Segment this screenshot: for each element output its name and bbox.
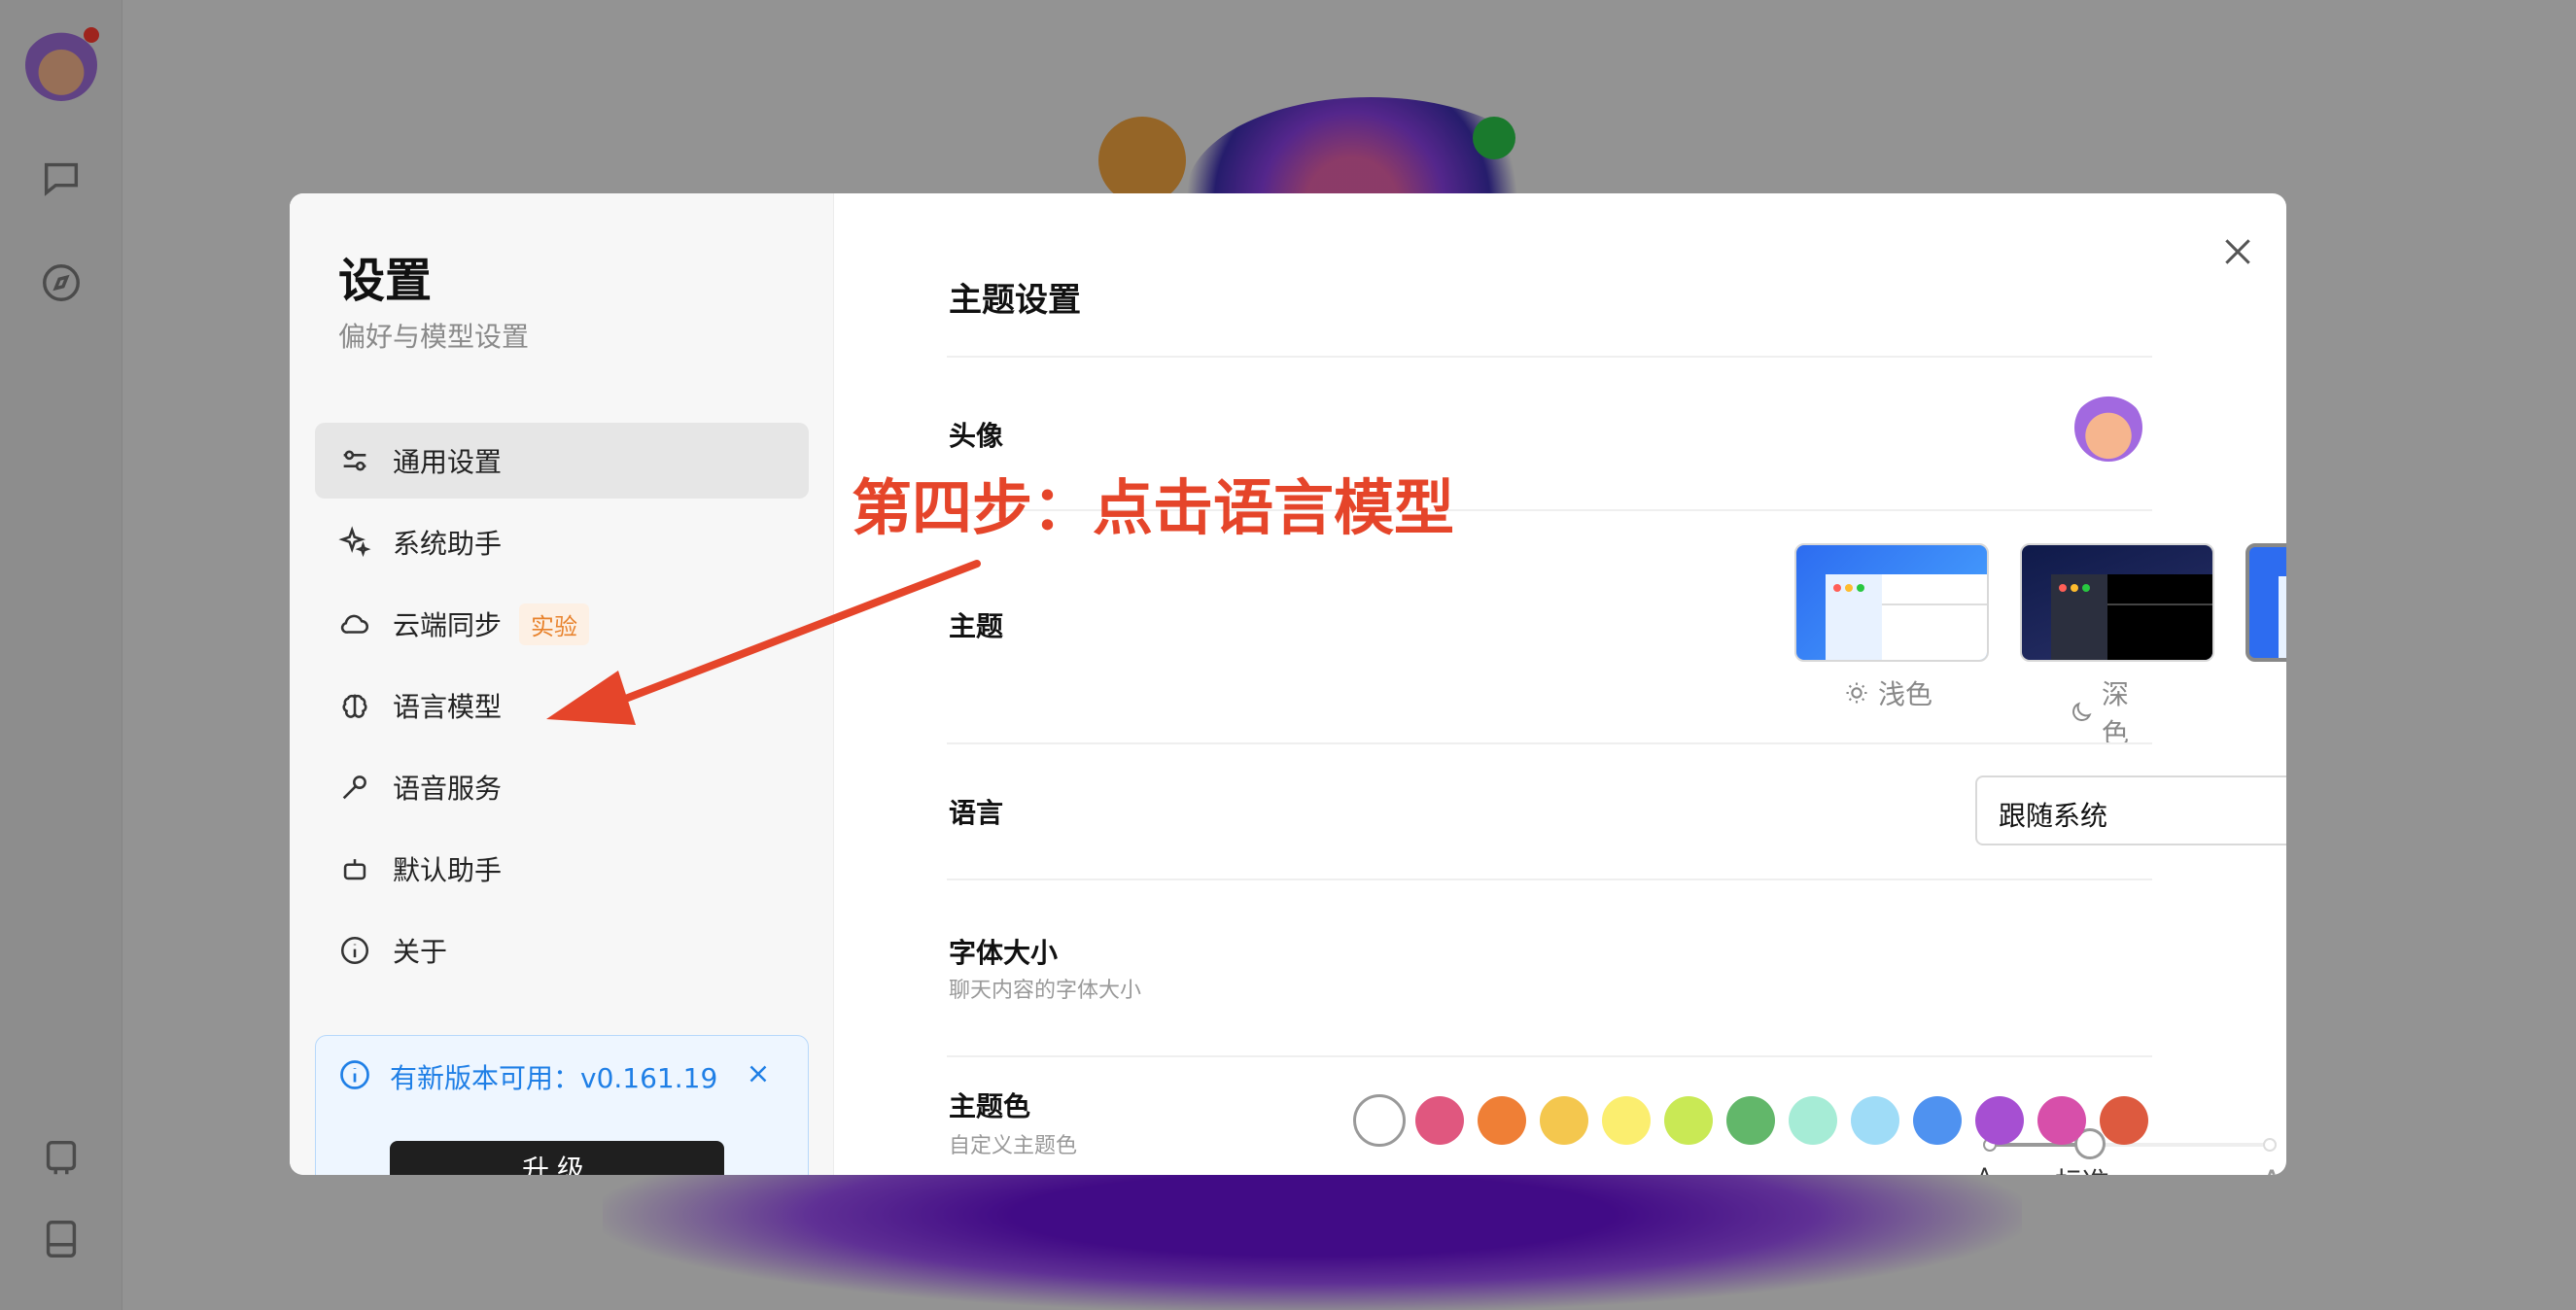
mic-icon — [342, 776, 366, 800]
theme-color-label: 主题色 — [949, 1090, 1031, 1122]
settings-title: 设置 — [338, 254, 433, 308]
sparkle-icon — [338, 526, 371, 558]
color-swatch[interactable] — [1789, 1096, 1837, 1145]
moon-icon — [2072, 702, 2092, 721]
settings-menu: 通用设置 系统助手 云端同步 实验 语言模型 语音服务 默认助手 关于 — [315, 423, 809, 994]
theme-label: 主题 — [949, 610, 1004, 642]
info-icon — [340, 1060, 369, 1089]
color-swatch[interactable] — [1975, 1096, 2024, 1145]
theme-dark-label: 深色 — [2102, 678, 2130, 749]
menu-item-label: 通用设置 — [393, 446, 503, 478]
menu-item-about[interactable]: 关于 — [315, 913, 809, 988]
tutorial-annotation: 第四步：点击语言模型 — [852, 472, 1455, 543]
cloud-icon — [340, 614, 368, 634]
color-swatch[interactable] — [1353, 1094, 1406, 1147]
info-icon — [340, 936, 369, 965]
font-size-label: 字体大小 — [949, 937, 1059, 969]
menu-item-label: 云端同步 — [393, 609, 503, 641]
upgrade-button[interactable]: 升级 — [390, 1141, 724, 1175]
menu-item-voice-service[interactable]: 语音服务 — [315, 749, 809, 825]
menu-item-default-assistant[interactable]: 默认助手 — [315, 831, 809, 907]
color-swatch[interactable] — [1913, 1096, 1962, 1145]
color-swatch[interactable] — [1664, 1096, 1713, 1145]
menu-item-general[interactable]: 通用设置 — [315, 423, 809, 499]
color-swatch[interactable] — [1602, 1096, 1651, 1145]
settings-sidebar: 设置 偏好与模型设置 通用设置 系统助手 云端同步 实验 语言模型 语音服务 默… — [290, 193, 834, 1175]
theme-dark-option[interactable]: 深色 — [2069, 673, 2152, 751]
divider — [947, 1055, 2152, 1057]
sun-icon — [1846, 682, 1867, 704]
color-swatch[interactable] — [1540, 1096, 1588, 1145]
settings-modal: 设置 偏好与模型设置 通用设置 系统助手 云端同步 实验 语言模型 语音服务 默… — [290, 193, 2286, 1175]
avatar-label: 头像 — [949, 420, 1004, 452]
theme-light-card[interactable] — [1794, 543, 1989, 662]
font-size-desc: 聊天内容的字体大小 — [949, 979, 1142, 1003]
divider — [947, 742, 2152, 744]
font-standard-label: 标准 — [2055, 1161, 2109, 1175]
color-swatch[interactable] — [2037, 1096, 2086, 1145]
update-notice: 有新版本可用：v0.161.19 升级 — [315, 1035, 809, 1175]
update-text: 有新版本可用：v0.161.19 — [390, 1062, 718, 1094]
close-icon[interactable] — [744, 1059, 773, 1088]
divider — [947, 356, 2152, 358]
menu-item-label: 关于 — [393, 936, 448, 968]
settings-subtitle: 偏好与模型设置 — [338, 321, 530, 353]
color-swatch[interactable] — [1851, 1096, 1899, 1145]
menu-item-label: 系统助手 — [393, 528, 503, 560]
language-value: 跟随系统 — [1999, 800, 2108, 832]
menu-item-label: 语音服务 — [393, 773, 503, 805]
theme-light-option[interactable]: 浅色 — [1843, 673, 1932, 712]
language-select[interactable]: 跟随系统 — [1975, 776, 2286, 845]
theme-dark-card[interactable] — [2020, 543, 2214, 662]
language-label: 语言 — [949, 797, 1004, 829]
brain-icon — [342, 694, 367, 718]
menu-item-language-model[interactable]: 语言模型 — [315, 668, 809, 743]
robot-icon — [343, 859, 366, 880]
color-swatch[interactable] — [1415, 1096, 1464, 1145]
sliders-icon — [343, 450, 366, 471]
font-min-label: A — [1977, 1165, 1992, 1175]
experimental-badge: 实验 — [519, 603, 590, 645]
font-max-label: A — [2261, 1163, 2282, 1175]
color-swatch[interactable] — [2100, 1096, 2148, 1145]
menu-item-system-assistant[interactable]: 系统助手 — [315, 504, 809, 580]
theme-auto-card[interactable] — [2245, 543, 2286, 662]
close-icon[interactable] — [2218, 232, 2257, 271]
menu-item-label: 默认助手 — [393, 854, 503, 886]
theme-light-label: 浅色 — [1878, 678, 1933, 710]
menu-item-cloud-sync[interactable]: 云端同步 实验 — [315, 586, 809, 662]
color-swatch[interactable] — [1726, 1096, 1775, 1145]
theme-color-desc: 自定义主题色 — [949, 1134, 1078, 1158]
avatar[interactable] — [2074, 394, 2142, 462]
color-swatch[interactable] — [1478, 1096, 1526, 1145]
divider — [947, 879, 2152, 880]
menu-item-label: 语言模型 — [393, 691, 503, 723]
section-title: 主题设置 — [949, 281, 1081, 320]
